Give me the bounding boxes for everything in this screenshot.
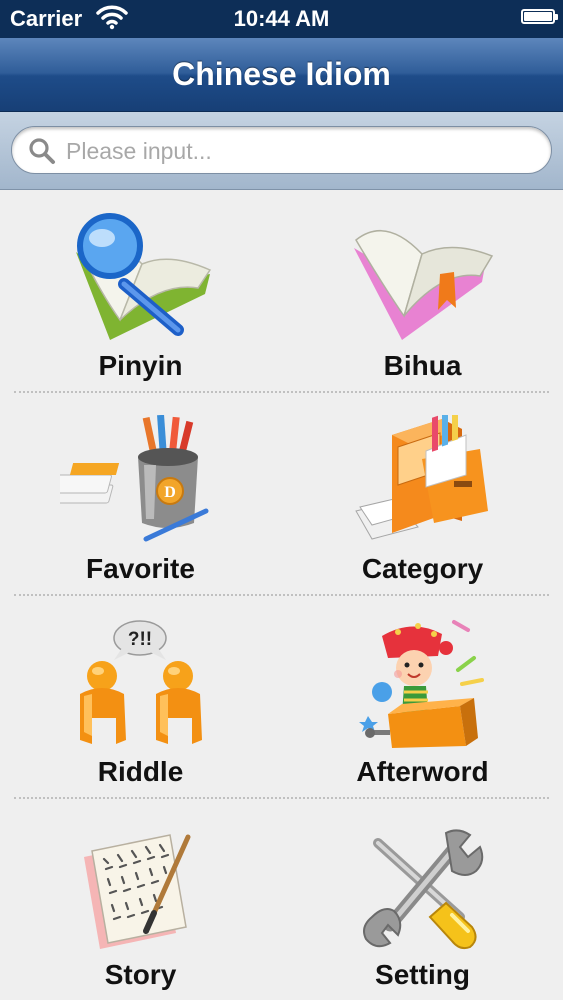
menu-item-afterword[interactable]: Afterword [282, 596, 563, 799]
search-icon [29, 138, 55, 164]
menu-item-setting[interactable]: Setting [282, 799, 563, 1000]
menu-item-label: Setting [375, 959, 470, 990]
page-title: Chinese Idiom [172, 56, 391, 92]
search-field[interactable] [11, 126, 552, 174]
calligraphy-paper-icon [84, 834, 191, 949]
pencil-cup-icon: D [60, 415, 209, 542]
svg-text:D: D [164, 484, 176, 501]
menu-item-label: Story [104, 959, 177, 990]
speech-bubble-text: ?!! [128, 629, 152, 650]
navigation-bar: Chinese Idiom [0, 38, 563, 112]
menu-item-story[interactable]: Story [0, 799, 281, 1000]
search-input[interactable] [64, 133, 538, 169]
file-cabinet-icon [355, 415, 488, 540]
menu-item-label: Afterword [356, 756, 489, 787]
open-book-magnifier-icon [76, 213, 212, 340]
status-bar: Carrier 10:44 AM [0, 0, 563, 38]
menu-item-label: Category [361, 553, 484, 584]
menu-item-favorite[interactable]: D Favorite [0, 393, 281, 596]
menu-grid: Pinyin Bihua D Favorite Category ?!! Rid… [0, 190, 563, 1000]
battery-icon [521, 9, 558, 24]
wrench-screwdriver-icon [363, 829, 484, 950]
menu-row: Pinyin Bihua [0, 190, 563, 393]
menu-row: D Favorite Category [0, 393, 563, 596]
open-book-bookmark-icon [354, 229, 494, 340]
menu-item-category[interactable]: Category [282, 393, 563, 596]
menu-item-label: Riddle [97, 756, 184, 787]
menu-item-label: Favorite [86, 553, 195, 584]
menu-row: Story Setting [0, 799, 563, 1000]
menu-item-bihua[interactable]: Bihua [282, 190, 563, 393]
menu-item-label: Pinyin [98, 350, 183, 381]
menu-item-label: Bihua [383, 350, 462, 381]
menu-item-pinyin[interactable]: Pinyin [0, 190, 281, 393]
jack-in-the-box-icon [359, 620, 484, 748]
menu-item-riddle[interactable]: ?!! Riddle [0, 596, 281, 799]
two-people-talking-icon: ?!! [80, 620, 202, 744]
search-bar [0, 112, 563, 190]
status-time: 10:44 AM [233, 6, 330, 31]
menu-row: ?!! Riddle Afterword [0, 596, 563, 799]
